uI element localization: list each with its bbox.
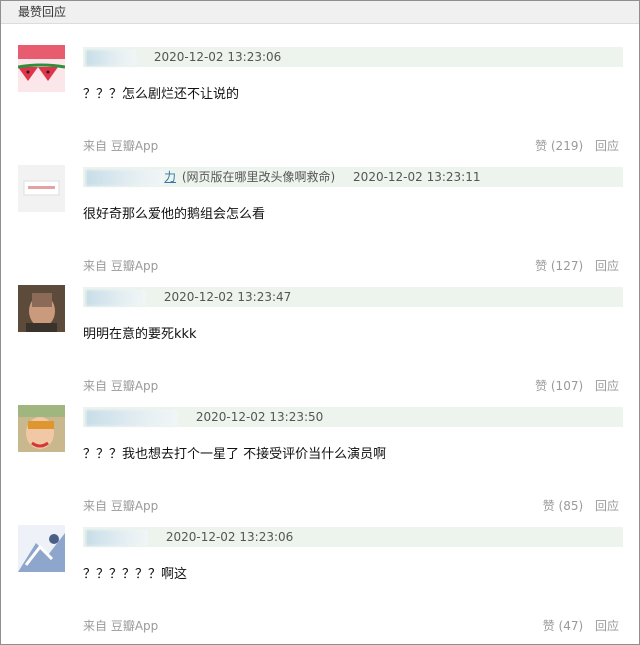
- reply-button[interactable]: 回应: [595, 139, 619, 153]
- comment-item: 2020-12-02 13:23:47 明明在意的要死kkk 来自 豆瓣App …: [1, 285, 639, 405]
- avatar[interactable]: [18, 45, 65, 92]
- comment-meta: 力 (网页版在哪里改头像啊救命) 2020-12-02 13:23:11: [83, 167, 623, 187]
- like-button[interactable]: 赞 (107): [535, 379, 583, 393]
- comment-text: ？？？？？？啊这: [83, 567, 188, 582]
- comment-meta: 2020-12-02 13:23:47: [83, 287, 623, 307]
- comment-footer: 来自 豆瓣App 赞 (107) 回应: [83, 377, 619, 394]
- comment-text: ？？？我也想去打个一星了 不接受评价当什么演员啊: [83, 447, 387, 462]
- username-suffix[interactable]: 力: [164, 170, 176, 184]
- comment-time: 2020-12-02 13:23:06: [165, 530, 294, 544]
- reply-button[interactable]: 回应: [595, 619, 619, 633]
- comment-time: 2020-12-02 13:23:11: [353, 170, 481, 184]
- comment-footer: 来自 豆瓣App 赞 (127) 回应: [83, 257, 619, 274]
- hot-comments-panel: 最赞回应 2020-12-02 13:23:06 ？？？怎么剧烂还不让说的 来自…: [0, 0, 640, 645]
- username[interactable]: [86, 529, 148, 546]
- reply-button[interactable]: 回应: [595, 499, 619, 513]
- comment-time: 2020-12-02 13:23:50: [195, 410, 324, 424]
- comment-footer: 来自 豆瓣App 赞 (219) 回应: [83, 137, 619, 154]
- comment-text: ？？？怎么剧烂还不让说的: [83, 87, 240, 102]
- username[interactable]: [86, 169, 164, 186]
- comment-footer: 来自 豆瓣App 赞 (85) 回应: [83, 497, 619, 514]
- avatar[interactable]: [18, 165, 65, 212]
- like-button[interactable]: 赞 (85): [543, 499, 583, 513]
- reply-button[interactable]: 回应: [595, 259, 619, 273]
- illustration-avatar-icon: [18, 525, 65, 572]
- avatar[interactable]: [18, 525, 65, 572]
- comment-source: 来自 豆瓣App: [83, 379, 159, 393]
- comment-footer: 来自 豆瓣App 赞 (47) 回应: [83, 617, 619, 634]
- comment-meta: 2020-12-02 13:23:50: [83, 407, 623, 427]
- comment-source: 来自 豆瓣App: [83, 499, 159, 513]
- like-button[interactable]: 赞 (219): [535, 139, 583, 153]
- comment-item: 2020-12-02 13:23:06 ？？？怎么剧烂还不让说的 来自 豆瓣Ap…: [1, 45, 639, 165]
- like-button[interactable]: 赞 (47): [543, 619, 583, 633]
- comment-item: 2020-12-02 13:23:06 ？？？？？？啊这 来自 豆瓣App 赞 …: [1, 525, 639, 645]
- avatar[interactable]: [18, 285, 65, 332]
- photo-avatar-icon: [18, 285, 65, 332]
- comment-item: 力 (网页版在哪里改头像啊救命) 2020-12-02 13:23:11 很好奇…: [1, 165, 639, 285]
- comment-text: 明明在意的要死kkk: [83, 327, 197, 342]
- comment-source: 来自 豆瓣App: [83, 619, 159, 633]
- photo-avatar-icon: [18, 405, 65, 452]
- default-avatar-icon: [18, 165, 65, 212]
- watermelon-avatar-icon: [18, 45, 65, 92]
- reply-button[interactable]: 回应: [595, 379, 619, 393]
- username[interactable]: [86, 49, 136, 66]
- username[interactable]: [86, 289, 146, 306]
- like-button[interactable]: 赞 (127): [535, 259, 583, 273]
- comment-meta: 2020-12-02 13:23:06: [83, 527, 623, 547]
- comment-time: 2020-12-02 13:23:47: [163, 290, 292, 304]
- comment-item: 2020-12-02 13:23:50 ？？？我也想去打个一星了 不接受评价当什…: [1, 405, 639, 525]
- user-note: (网页版在哪里改头像啊救命): [181, 170, 336, 184]
- comment-time: 2020-12-02 13:23:06: [153, 50, 282, 64]
- comment-meta: 2020-12-02 13:23:06: [83, 47, 623, 67]
- comment-source: 来自 豆瓣App: [83, 139, 159, 153]
- section-title: 最赞回应: [1, 1, 639, 24]
- avatar[interactable]: [18, 405, 65, 452]
- username[interactable]: [86, 409, 178, 426]
- comment-source: 来自 豆瓣App: [83, 259, 159, 273]
- comment-text: 很好奇那么爱他的鹅组会怎么看: [83, 207, 266, 222]
